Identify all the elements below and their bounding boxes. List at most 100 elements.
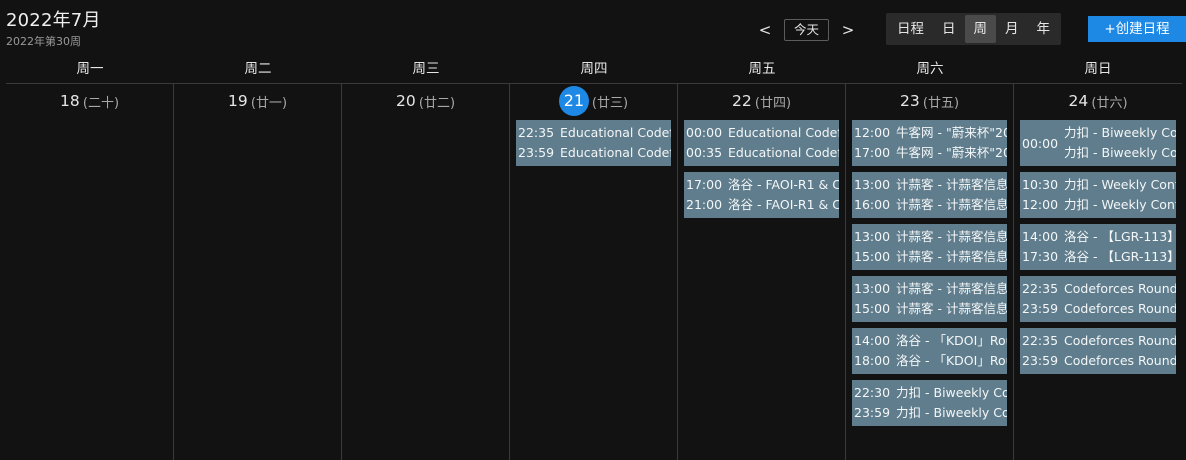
event-title: Educational Codeforces Round [728, 145, 839, 160]
event-title: 力扣 - Weekly Contest [1064, 177, 1176, 192]
day-column[interactable]: 22(廿四)00:00Educational Codeforces Round0… [678, 84, 846, 460]
event-card[interactable]: 14:00 洛谷 - 「KDOI」Round 18:00 洛谷 - 「KDOI」Rou… [852, 328, 1007, 374]
event-time: 23:59 [1022, 353, 1059, 368]
event-time: 17:00 [686, 177, 723, 192]
event-time: 17:00 [854, 145, 891, 160]
event-line: 23:59 Educational Codeforces Round [516, 143, 671, 163]
day-column[interactable]: 19 (廿一) [174, 84, 342, 460]
event-card[interactable]: 13:00 计蒜客 - 计蒜客信息学 16:00 计蒜客 - 计蒜客信息学 [852, 172, 1007, 218]
event-card[interactable]: 12:00 牛客网 - "蔚来杯"2022 17:00 牛客网 - "蔚来杯"2022 [852, 120, 1007, 166]
view-tab[interactable]: 日 [933, 15, 965, 43]
view-tab[interactable]: 年 [1028, 15, 1060, 43]
event-card[interactable]: 17:00 洛谷 - FAOI-R1 & CSP-S 21:00 洛谷 - FAOI-… [684, 172, 839, 218]
day-column[interactable]: 20 (廿二) [342, 84, 510, 460]
event-title: 洛谷 - 【LGR-113】洛谷 [1064, 229, 1176, 244]
view-tab[interactable]: 月 [996, 15, 1028, 43]
event-time: 12:00 [1022, 197, 1059, 212]
date-navigation: < 今天 > [754, 18, 859, 42]
lunar-date: (二十) [82, 95, 120, 111]
event-line: 22:35 Codeforces Round # [1020, 279, 1176, 299]
event-time: 00:35 [686, 145, 723, 160]
event-time: 18:00 [854, 353, 891, 368]
day-column[interactable]: 24(廿六) 00:00 力扣 - Biweekly Contest 力扣 - Biw… [1014, 84, 1182, 460]
event-title: 力扣 - Biweekly Contest [1064, 145, 1176, 160]
event-title: Educational Codeforces Round [728, 125, 839, 140]
event-title: 牛客网 - "蔚来杯"2022 [896, 125, 1007, 140]
event-time: 23:59 [1022, 301, 1059, 316]
event-line: 22:30 力扣 - Biweekly Contest [852, 383, 1007, 403]
weekday-label: 周二 [244, 61, 272, 77]
lunar-date: (廿三) [591, 95, 629, 111]
weekday-header-row: 周一 周二 周三 周四 周五 周六 周日 [6, 58, 1182, 84]
day-header: 18 (二十) [6, 84, 173, 118]
date-number[interactable]: 18 [60, 92, 80, 110]
event-title: 洛谷 - 「KDOI」Round [896, 353, 1007, 368]
event-time: 00:00 [1022, 135, 1059, 151]
prev-week-button[interactable]: < [754, 19, 776, 41]
event-time: 22:35 [1022, 333, 1059, 348]
event-card[interactable]: 14:00 洛谷 - 【LGR-113】洛谷 17:30 洛谷 - 【LGR-113】… [1020, 224, 1176, 270]
event-time: 13:00 [854, 177, 891, 192]
day-events: 00:00 力扣 - Biweekly Contest 力扣 - Biweekly … [1020, 120, 1176, 380]
event-time: 22:35 [518, 125, 555, 140]
day-column[interactable]: 21(廿三)22:35Educational Codeforces Round2… [510, 84, 678, 460]
event-title: Codeforces Round # [1064, 333, 1176, 348]
event-time: 12:00 [854, 125, 891, 140]
today-date-number[interactable]: 21 [558, 86, 589, 116]
day-header: 24 (廿六) [1014, 84, 1182, 118]
event-title: 力扣 - Biweekly Contest [1064, 125, 1176, 140]
event-time: 13:00 [854, 281, 891, 296]
event-title: 计蒜客 - 计蒜客信息学 [896, 281, 1007, 296]
event-time: 15:00 [854, 249, 891, 264]
lunar-date: (廿二) [418, 95, 456, 111]
event-time: 15:00 [854, 301, 891, 316]
event-card[interactable]: 13:00 计蒜客 - 计蒜客信息学 15:00 计蒜客 - 计蒜客信息学 [852, 224, 1007, 270]
view-tab[interactable]: 日程 [888, 15, 933, 43]
day-header: 20 (廿二) [342, 84, 509, 118]
event-title: 洛谷 - FAOI-R1 & CSP-S [728, 197, 839, 212]
date-number[interactable]: 24 [1068, 92, 1089, 110]
event-time: 14:00 [854, 333, 891, 348]
event-card[interactable]: 22:35 Educational Codeforces Round 23:59 Ed… [516, 120, 671, 166]
event-title: 力扣 - Biweekly Contest [896, 405, 1007, 420]
event-title: 洛谷 - 「KDOI」Round [896, 333, 1007, 348]
date-number[interactable]: 23 [900, 92, 920, 110]
event-card[interactable]: 10:30 力扣 - Weekly Contest 12:00 力扣 - Weekly… [1020, 172, 1176, 218]
view-tab[interactable]: 周 [964, 15, 996, 43]
date-number[interactable]: 20 [396, 92, 416, 110]
event-card[interactable]: 22:30 力扣 - Biweekly Contest 23:59 力扣 - Biwe… [852, 380, 1007, 426]
event-card[interactable]: 22:35 Codeforces Round # 23:59 Codeforces R… [1020, 328, 1176, 374]
day-column[interactable]: 23(廿五) 12:00 牛客网 - "蔚来杯"2022 17:00 牛客网 - "蔚来… [846, 84, 1014, 460]
event-time: 21:00 [686, 197, 723, 212]
next-week-button[interactable]: > [837, 19, 859, 41]
event-title: Codeforces Round # [1064, 353, 1176, 368]
weekday-label: 周日 [1084, 61, 1112, 77]
event-title: Codeforces Round # [1064, 281, 1176, 296]
lunar-date: (廿一) [250, 95, 288, 111]
day-column[interactable]: 18 (二十) [6, 84, 174, 460]
day-events: 12:00 牛客网 - "蔚来杯"2022 17:00 牛客网 - "蔚来杯"2022… [852, 120, 1007, 432]
event-title: 计蒜客 - 计蒜客信息学 [896, 249, 1007, 264]
event-title: Codeforces Round # [1064, 301, 1176, 316]
date-number[interactable]: 19 [228, 92, 248, 110]
today-button[interactable]: 今天 [784, 19, 830, 41]
event-title: 洛谷 - 【LGR-113】洛谷 [1064, 249, 1176, 264]
event-line: 13:00 计蒜客 - 计蒜客信息学 [852, 227, 1007, 247]
event-line: 14:00 洛谷 - 【LGR-113】洛谷 [1020, 227, 1176, 247]
lunar-date: (廿四) [754, 95, 792, 111]
date-number[interactable]: 22 [732, 92, 752, 110]
event-line: 13:00 计蒜客 - 计蒜客信息学 [852, 175, 1007, 195]
event-title: 计蒜客 - 计蒜客信息学 [896, 229, 1007, 244]
weekday-label: 周三 [412, 61, 440, 77]
event-card[interactable]: 00:00 Educational Codeforces Round 00:35 Ed… [684, 120, 839, 166]
event-card[interactable]: 00:00 力扣 - Biweekly Contest 力扣 - Biweekly … [1020, 120, 1176, 166]
event-time: 22:30 [854, 385, 891, 400]
event-line: 17:30 洛谷 - 【LGR-113】洛谷 [1020, 247, 1176, 267]
calendar-header: 2022年7月 2022年第30周 < 今天 > 日程日周月年 +创建日程 [0, 0, 1186, 58]
event-title: Educational Codeforces Round [560, 125, 671, 140]
create-event-button[interactable]: +创建日程 [1088, 16, 1186, 42]
event-time: 23:59 [518, 145, 555, 160]
event-line: 12:00 力扣 - Weekly Contest [1020, 195, 1176, 215]
event-card[interactable]: 22:35 Codeforces Round # 23:59 Codeforces R… [1020, 276, 1176, 322]
event-card[interactable]: 13:00 计蒜客 - 计蒜客信息学 15:00 计蒜客 - 计蒜客信息学 [852, 276, 1007, 322]
